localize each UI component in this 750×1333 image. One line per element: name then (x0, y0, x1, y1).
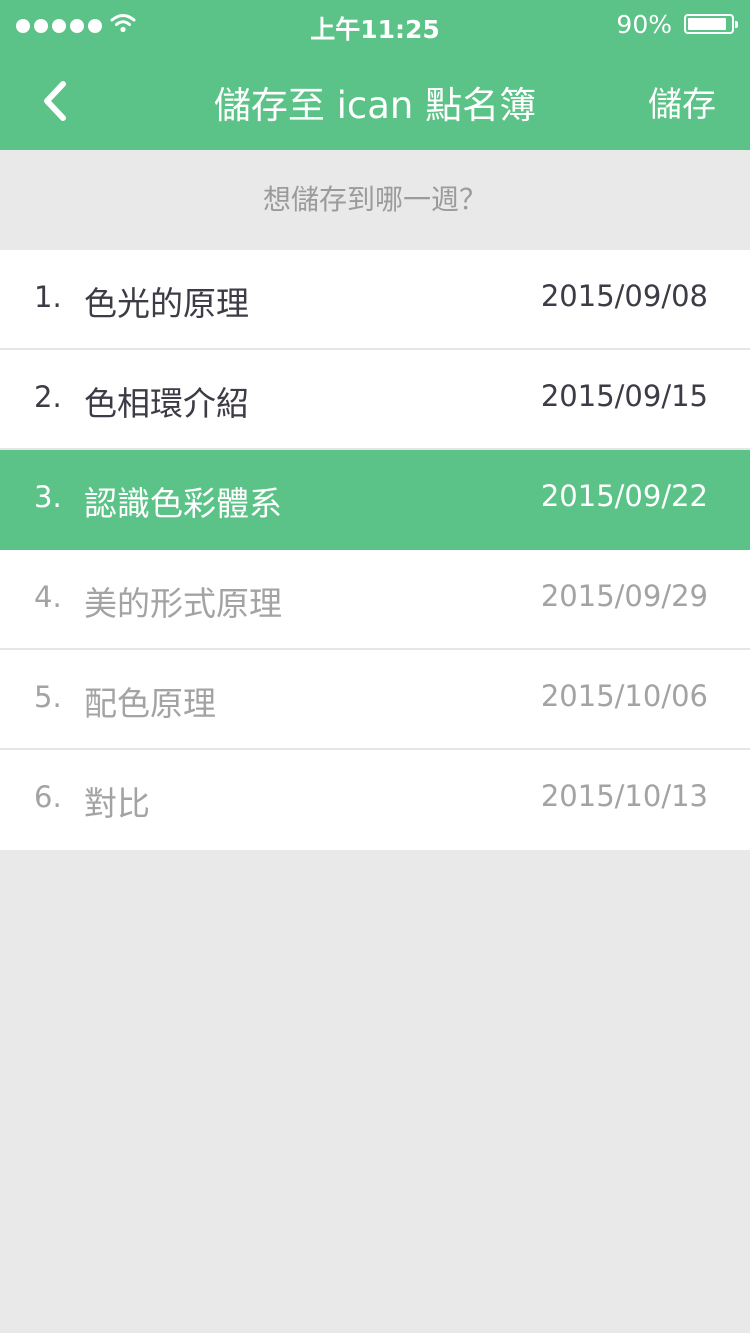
week-row-5[interactable]: 5. 配色原理 2015/10/06 (0, 650, 750, 750)
week-title: 色相環介紹 (84, 384, 249, 423)
week-title: 色光的原理 (84, 284, 249, 323)
week-date: 2015/09/22 (540, 479, 708, 513)
status-bar: 上午11:25 90% (0, 0, 750, 48)
nav-bar: 儲存至 ican 點名簿 儲存 (0, 48, 750, 150)
app-header: 上午11:25 90% 儲存至 ican 點名簿 儲存 (0, 0, 750, 150)
week-number: 3. (34, 480, 62, 514)
week-title: 配色原理 (84, 684, 216, 723)
week-row-2[interactable]: 2. 色相環介紹 2015/09/15 (0, 350, 750, 450)
week-number: 1. (34, 280, 62, 314)
battery-fill (688, 18, 726, 30)
battery-icon (684, 14, 738, 34)
week-row-1[interactable]: 1. 色光的原理 2015/09/08 (0, 250, 750, 350)
week-date: 2015/09/15 (540, 379, 708, 413)
week-title: 對比 (84, 784, 150, 823)
week-number: 6. (34, 780, 62, 814)
week-row-6[interactable]: 6. 對比 2015/10/13 (0, 750, 750, 850)
week-row-3[interactable]: 3. 認識色彩體系 2015/09/22 (0, 450, 750, 550)
week-prompt: 想儲存到哪一週？ (262, 183, 487, 216)
week-title: 美的形式原理 (84, 584, 282, 623)
week-number: 5. (34, 680, 62, 714)
save-button[interactable]: 儲存 (648, 77, 716, 126)
week-row-4[interactable]: 4. 美的形式原理 2015/09/29 (0, 550, 750, 650)
week-date: 2015/10/13 (540, 779, 708, 813)
week-title: 認識色彩體系 (84, 484, 282, 523)
chevron-left-icon (44, 81, 66, 121)
page-title: 儲存至 ican 點名簿 (213, 84, 537, 127)
week-list: 1. 色光的原理 2015/09/08 2. 色相環介紹 2015/09/15 … (0, 250, 750, 850)
week-number: 4. (34, 580, 62, 614)
back-button[interactable] (30, 76, 80, 126)
week-date: 2015/10/06 (540, 679, 708, 713)
week-number: 2. (34, 380, 62, 414)
week-date: 2015/09/08 (540, 279, 708, 313)
week-date: 2015/09/29 (540, 579, 708, 613)
battery-percent: 90% (616, 10, 672, 39)
